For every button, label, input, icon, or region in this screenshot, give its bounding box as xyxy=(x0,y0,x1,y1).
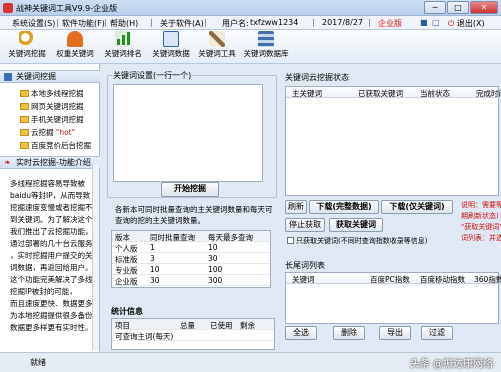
table-row: 企业版 30 300 xyxy=(112,275,270,286)
table-row: 专业版 10 100 xyxy=(112,264,270,275)
section-icon xyxy=(4,73,12,81)
select-all-button[interactable]: 全选 xyxy=(285,326,317,340)
window-square-icon[interactable]: □ xyxy=(432,18,440,27)
tree-item-local-mining[interactable]: 本地多线程挖掘 xyxy=(20,88,84,99)
table-header-row: 主关键词已获取关键词当前状态完成时间 xyxy=(286,87,501,98)
right-panel: 关键词云挖掘状态 主关键词已获取关键词当前状态完成时间 刷新 下载(完整数据) … xyxy=(281,64,501,352)
download-keywords-button[interactable]: 下载(仅关键词) xyxy=(381,200,453,214)
table-header-row: 版本 同时批量查询 每天最多查询 xyxy=(112,231,270,242)
menu-software-features[interactable]: 软件功能(F) xyxy=(62,18,105,29)
maximize-button[interactable]: □ xyxy=(447,1,469,14)
sidebar: 关键词挖掘 本地多线程挖掘 网页关键词挖掘 手机关键词挖掘 云挖掘 "hot" … xyxy=(0,64,100,352)
toolbar: 关键词挖掘 权重关键词 关键词排名 关键词数据 关键词工具 关键词数据库 xyxy=(0,30,501,64)
menu-bar: 系统设置(S) | 软件功能(F) | 帮助(H) | 关于软件(A) | 用户… xyxy=(0,16,501,30)
folder-icon xyxy=(20,142,29,149)
long-tail-list-title: 长尾词列表 xyxy=(285,261,325,270)
tool-keyword-ranking[interactable]: 关键词排名 xyxy=(100,31,146,63)
system-square-icon[interactable]: ■ xyxy=(420,18,428,27)
database-icon xyxy=(258,31,274,47)
intro-header: ❧ 实时云挖掘-功能介绍 xyxy=(0,156,100,169)
status-text: 就绪 xyxy=(30,358,46,367)
cloud-status-title: 关键词云挖掘状态 xyxy=(285,73,349,82)
watermark-text: 头条 @振达康网络 xyxy=(409,359,493,370)
start-mining-button[interactable]: 开始挖掘 xyxy=(161,182,219,197)
magnifier-icon xyxy=(19,31,35,47)
folder-icon xyxy=(20,116,29,123)
logout-menu[interactable]: ⏻ 退出(X) xyxy=(448,18,485,29)
hot-badge: "hot" xyxy=(55,128,76,137)
menu-about[interactable]: 关于软件(A) xyxy=(160,18,204,29)
tool-keyword-tools[interactable]: 关键词工具 xyxy=(194,31,240,63)
folder-icon xyxy=(20,103,29,110)
app-icon xyxy=(3,3,13,13)
tool-keyword-database[interactable]: 关键词数据库 xyxy=(240,31,292,63)
username-value: txfzww1234 xyxy=(250,18,299,27)
filter-button[interactable]: 过滤 xyxy=(421,326,453,340)
status-bar: 就绪 头条 @振达康网络 xyxy=(0,352,501,372)
tree-item-mobile-mining[interactable]: 手机关键词挖掘 xyxy=(20,114,84,125)
fetch-keywords-button[interactable]: 获取关键词 xyxy=(329,218,383,232)
tools-icon xyxy=(209,31,225,47)
cloud-status-table[interactable]: 主关键词已获取关键词当前状态完成时间 xyxy=(285,86,501,196)
tree-item-web-mining[interactable]: 网页关键词挖掘 xyxy=(20,101,84,112)
quota-note: 各新本可同时批量查询的主关键词数量和每天可查询的挖的主关键词数量。 xyxy=(115,205,273,225)
folder-icon xyxy=(20,90,29,97)
menu-help[interactable]: 帮助(H) xyxy=(110,18,138,29)
close-button[interactable]: ✕ xyxy=(470,1,498,14)
table-header-row: 关键词 百度PC指数 百度移动指数 360指数 xyxy=(286,273,501,284)
ranking-chart-icon xyxy=(115,31,131,47)
minimize-button[interactable]: ─ xyxy=(424,1,446,14)
menu-system-settings[interactable]: 系统设置(S) xyxy=(12,18,55,29)
tree-item-cloud-mining[interactable]: 云挖掘 "hot" xyxy=(20,127,75,138)
stop-fetch-button[interactable]: 停止获取 xyxy=(285,218,325,232)
table-row: 个人版 1 10 xyxy=(112,242,270,253)
download-full-button[interactable]: 下载(完整数据) xyxy=(309,200,379,214)
username-label: 用户名: xyxy=(222,19,249,28)
data-chart-icon xyxy=(163,31,179,47)
keyword-textarea[interactable] xyxy=(113,84,263,182)
instructions-note: 说明：需要等 期刷新状态) "获取关键词" 词列表：并选 xyxy=(461,201,501,242)
bulb-icon: ❧ xyxy=(4,158,11,167)
center-panel: 关键词设置(一行一个) 开始挖掘 各新本可同时批量查询的主关键词数量和每天可查询… xyxy=(103,64,279,352)
stats-table: 项目 总量 已使用 剩余 可查询主词(每天) xyxy=(111,318,275,350)
sidebar-section-header[interactable]: 关键词挖掘 xyxy=(0,70,100,83)
table-header-row: 项目 总量 已使用 剩余 xyxy=(112,319,274,330)
quota-table: 版本 同时批量查询 每天最多查询 个人版 1 10 标准版 3 30 专业版 10 100 企业… xyxy=(111,230,271,288)
keywords-only-checkbox[interactable]: 只获取关键词(不同时查询指数收录等信息) xyxy=(287,236,427,246)
tool-weight-keywords[interactable]: 权重关键词 xyxy=(52,31,98,63)
stats-title: 统计信息 xyxy=(111,307,143,316)
medal-icon xyxy=(67,31,83,47)
logout-icon: ⏻ xyxy=(448,19,455,28)
title-bar: 战神关键词工具V9.9-企业版 ─ □ ✕ xyxy=(0,0,501,16)
refresh-button[interactable]: 刷新 xyxy=(285,200,307,214)
tool-keyword-data[interactable]: 关键词数据 xyxy=(148,31,194,63)
export-button[interactable]: 导出 xyxy=(379,326,411,340)
checkbox-box[interactable] xyxy=(287,237,294,244)
delete-button[interactable]: 删除 xyxy=(333,326,365,340)
long-tail-table[interactable]: 关键词 百度PC指数 百度移动指数 360指数 xyxy=(285,272,501,324)
date-value: 2017/8/27 xyxy=(322,18,364,27)
intro-scrollbar[interactable] xyxy=(92,164,99,350)
logout-label: 退出(X) xyxy=(456,19,485,28)
edition-value: 企业版 xyxy=(378,19,402,28)
table-row: 可查询主词(每天) xyxy=(112,330,274,341)
tree-item-baidu-bid-mining[interactable]: 百度竞价后台挖掘 xyxy=(20,140,91,151)
intro-text: 多线程挖掘容易导致被 baidu等封IP，从而导致 挖掘速度变慢或者挖掘不 到关键词。… xyxy=(10,179,98,332)
tool-keyword-mining[interactable]: 关键词挖掘 xyxy=(4,31,50,63)
window-title: 战神关键词工具V9.9-企业版 xyxy=(16,4,118,13)
folder-icon xyxy=(20,129,29,136)
table-row: 标准版 3 30 xyxy=(112,253,270,264)
